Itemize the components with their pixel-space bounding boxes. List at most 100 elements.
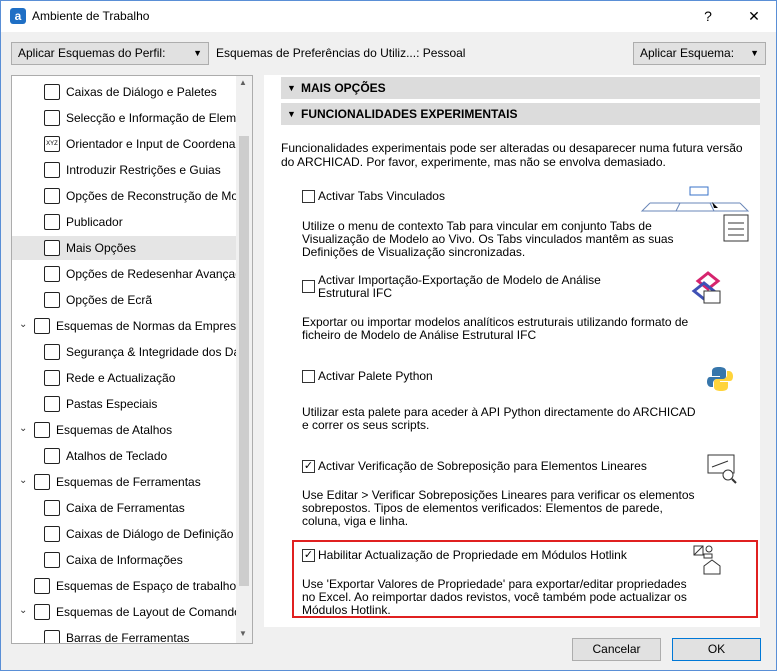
- tree-item-keyboard[interactable]: Atalhos de Teclado: [12, 444, 236, 468]
- tree-item-label: Barras de Ferramentas: [66, 631, 190, 644]
- tree-item-toolbox[interactable]: Caixa de Ferramentas: [12, 496, 236, 520]
- preferences-tree[interactable]: Caixas de Diálogo e Paletes Selecção e In…: [11, 75, 253, 644]
- network-icon: [44, 370, 60, 386]
- tree-item-label: Orientador e Input de Coordenad: [66, 137, 243, 151]
- keyboard-icon: [44, 448, 60, 464]
- tree-item-toolbars[interactable]: Barras de Ferramentas: [12, 626, 236, 644]
- tracker-icon: XYZ: [44, 136, 60, 152]
- scroll-down-icon[interactable]: ▼: [239, 629, 247, 638]
- hotlink-property-description: Use 'Exportar Valores de Propriedade' pa…: [302, 577, 687, 617]
- tree-scrollbar[interactable]: ▲ ▼: [236, 76, 252, 643]
- cancel-button[interactable]: Cancelar: [572, 638, 661, 661]
- tree-item-company-standards[interactable]: ⌄ Esquemas de Normas da Empresa: [12, 314, 243, 338]
- tree-item-label: Opções de Reconstrução de Moc: [66, 189, 245, 203]
- overlap-check-icon: [707, 454, 737, 484]
- tree-item-label: Opções de Ecrã: [66, 293, 153, 307]
- ifc-structural-label: Activar Importação-Exportação de Modelo …: [318, 273, 601, 300]
- hotlink-property-checkbox[interactable]: ✓: [302, 549, 315, 562]
- tree-item-screen[interactable]: Opções de Ecrã: [12, 288, 236, 312]
- tree-item-label: Esquemas de Atalhos: [56, 423, 173, 437]
- selection-info-icon: [44, 110, 60, 126]
- tree-item-settings-dialogs[interactable]: Caixas de Diálogo de Definição d: [12, 522, 243, 546]
- content-scrollbar[interactable]: [760, 75, 776, 627]
- help-button[interactable]: ?: [694, 5, 722, 27]
- tree-item-network[interactable]: Rede e Actualização: [12, 366, 236, 390]
- tree-item-rebuild[interactable]: Opções de Reconstrução de Moc: [12, 184, 244, 208]
- tree-item-label: Atalhos de Teclado: [66, 449, 168, 463]
- tree-item-label: Introduzir Restrições e Guias: [66, 163, 221, 177]
- python-palette-checkbox[interactable]: [302, 370, 315, 383]
- tree-item-workspace-schemes[interactable]: Esquemas de Espaço de trabalho: [12, 574, 236, 598]
- tree-scrollbar-thumb[interactable]: [239, 136, 249, 586]
- chevron-down-icon: ▼: [750, 48, 759, 58]
- scheme-label: Esquemas de Preferências do Utiliz...: P…: [216, 46, 466, 60]
- tree-item-label: Caixa de Informações: [66, 553, 183, 567]
- linked-tabs-label: Activar Tabs Vinculados: [318, 189, 445, 203]
- tree-item-label: Opções de Redesenhar Avançada: [66, 267, 249, 281]
- tree-item-constraints[interactable]: Introduzir Restrições e Guias: [12, 158, 236, 182]
- tree-item-tool-schemes[interactable]: ⌄ Esquemas de Ferramentas: [12, 470, 236, 494]
- scroll-up-icon[interactable]: ▲: [239, 78, 247, 87]
- apply-profile-schemes-button[interactable]: Aplicar Esquemas do Perfil: ▼: [11, 42, 209, 65]
- tree-item-dialogs[interactable]: Caixas de Diálogo e Paletes: [12, 80, 236, 104]
- tree-item-label: Esquemas de Espaço de trabalho: [56, 579, 237, 593]
- tree-item-publisher[interactable]: Publicador: [12, 210, 236, 234]
- apply-scheme-label: Aplicar Esquema:: [640, 46, 735, 60]
- scheme-toolbar: Aplicar Esquemas do Perfil: ▼ Esquemas d…: [1, 32, 776, 72]
- expand-triangle-icon: ▼: [287, 109, 296, 119]
- screen-icon: [44, 292, 60, 308]
- tree-item-label: Caixa de Ferramentas: [66, 501, 185, 515]
- apply-scheme-button[interactable]: Aplicar Esquema: ▼: [633, 42, 766, 65]
- section-experimental[interactable]: ▼ FUNCIONALIDADES EXPERIMENTAIS: [281, 103, 762, 125]
- more-options-icon: [44, 240, 60, 256]
- ifc-structural-checkbox[interactable]: [302, 280, 315, 293]
- tree-item-label: Esquemas de Ferramentas: [56, 475, 201, 489]
- tree-item-label: Esquemas de Layout de Comandos: [56, 605, 247, 619]
- ok-button[interactable]: OK: [672, 638, 761, 661]
- workspace-schemes-icon: [34, 578, 50, 594]
- apply-profile-schemes-label: Aplicar Esquemas do Perfil:: [18, 46, 166, 60]
- tree-item-command-layout[interactable]: ⌄ Esquemas de Layout de Comandos: [12, 600, 247, 624]
- folders-icon: [44, 396, 60, 412]
- rebuild-icon: [44, 188, 60, 204]
- ifc-structural-description: Exportar ou importar modelos analíticos …: [302, 315, 689, 342]
- security-icon: [44, 344, 60, 360]
- tree-item-label: Segurança & Integridade dos Da: [66, 345, 241, 359]
- shortcut-schemes-icon: [34, 422, 50, 438]
- constraints-icon: [44, 162, 60, 178]
- expand-chevron-icon[interactable]: ⌄: [19, 423, 29, 434]
- tree-item-redraw[interactable]: Opções de Redesenhar Avançada: [12, 262, 249, 286]
- close-button[interactable]: ✕: [740, 5, 768, 27]
- tree-item-security[interactable]: Segurança & Integridade dos Da: [12, 340, 240, 364]
- info-box-icon: [44, 552, 60, 568]
- hotlink-property-icon: [693, 545, 721, 575]
- linked-tabs-icon: [640, 186, 750, 242]
- tree-item-tracker[interactable]: XYZ Orientador e Input de Coordenad: [12, 132, 242, 156]
- settings-dialogs-icon: [44, 526, 60, 542]
- tree-item-info-box[interactable]: Caixa de Informações: [12, 548, 236, 572]
- tree-item-folders[interactable]: Pastas Especiais: [12, 392, 236, 416]
- section-more-options[interactable]: ▼ MAIS OPÇÕES: [281, 77, 762, 99]
- command-layout-icon: [34, 604, 50, 620]
- tree-item-more-options[interactable]: Mais Opções: [12, 236, 236, 260]
- archicad-icon: a: [10, 8, 26, 24]
- section-experimental-label: FUNCIONALIDADES EXPERIMENTAIS: [301, 107, 518, 121]
- python-icon: [707, 367, 733, 391]
- expand-chevron-icon[interactable]: ⌄: [19, 319, 29, 330]
- tree-item-label: Pastas Especiais: [66, 397, 158, 411]
- overlap-check-checkbox[interactable]: ✓: [302, 460, 315, 473]
- tree-item-shortcut-schemes[interactable]: ⌄ Esquemas de Atalhos: [12, 418, 236, 442]
- tool-schemes-icon: [34, 474, 50, 490]
- expand-triangle-icon: ▼: [287, 83, 296, 93]
- preferences-dialog: a Ambiente de Trabalho ? ✕ Aplicar Esque…: [0, 0, 777, 671]
- tree-item-label: Mais Opções: [66, 241, 137, 255]
- window-title: Ambiente de Trabalho: [32, 9, 150, 23]
- settings-content: ▼ MAIS OPÇÕES ▼ FUNCIONALIDADES EXPERIME…: [264, 75, 776, 627]
- toolbars-icon: [44, 630, 60, 643]
- linked-tabs-checkbox[interactable]: [302, 190, 315, 203]
- expand-chevron-icon[interactable]: ⌄: [19, 475, 29, 486]
- tree-item-label: Caixas de Diálogo de Definição d: [66, 527, 244, 541]
- dialogs-icon: [44, 84, 60, 100]
- tree-item-selection-info[interactable]: Selecção e Informação de Elemen: [12, 106, 249, 130]
- expand-chevron-icon[interactable]: ⌄: [19, 605, 29, 616]
